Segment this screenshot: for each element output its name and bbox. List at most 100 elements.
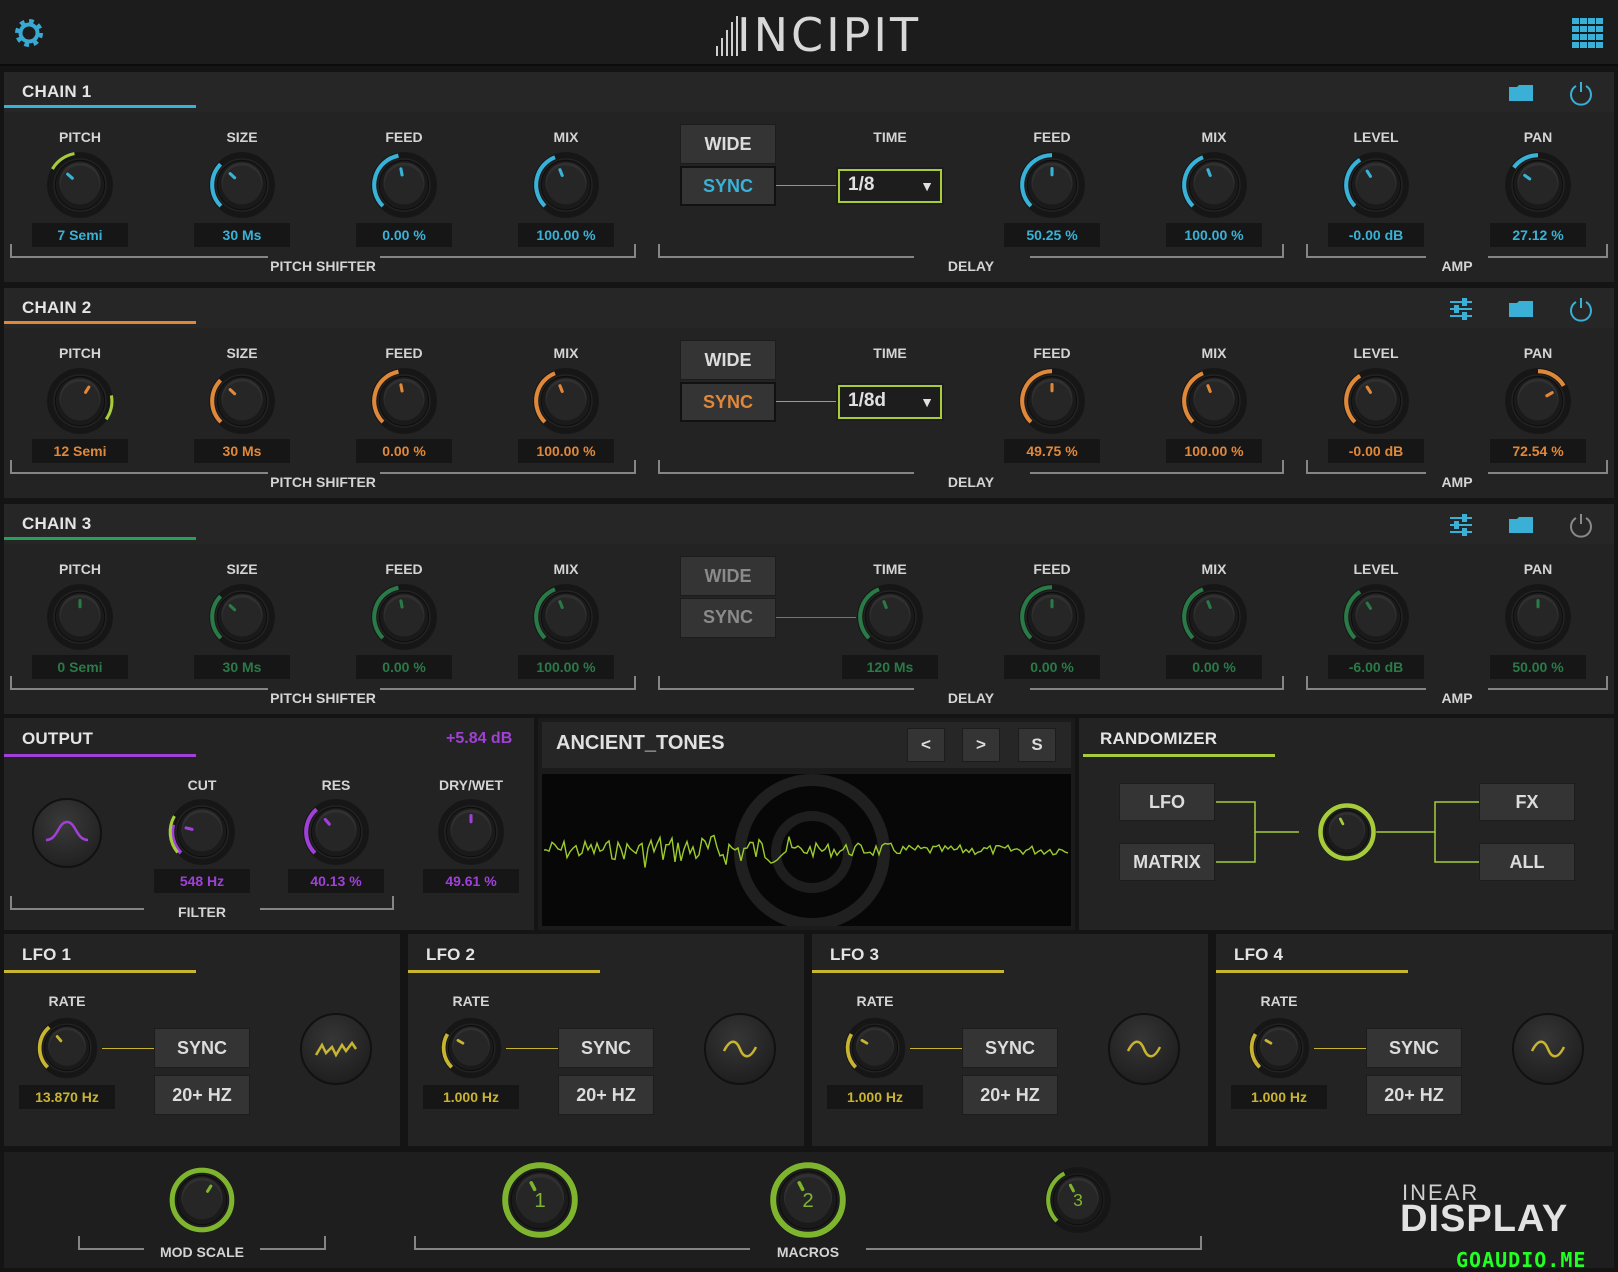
randomizer-amount-knob[interactable] (1315, 800, 1379, 864)
chain-level-knob[interactable] (1340, 149, 1412, 221)
pitch-shifter-bracket-left (10, 244, 268, 258)
chain-pitch-knob[interactable] (44, 365, 116, 437)
randomizer-fx-button[interactable]: FX (1479, 783, 1575, 821)
wide-button[interactable]: WIDE (680, 340, 776, 380)
chain-dfeed-knob[interactable] (1016, 581, 1088, 653)
lfo-title-underline (1216, 970, 1408, 973)
lfo-rate-sync-link (506, 1048, 562, 1049)
save-folder-icon[interactable] (1508, 84, 1534, 102)
gear-icon[interactable] (12, 16, 46, 50)
chain-mix-label: MIX (553, 129, 579, 145)
randomizer-lfo-button[interactable]: LFO (1119, 783, 1215, 821)
wide-button[interactable]: WIDE (680, 124, 776, 164)
lfo-rate-knob[interactable] (842, 1015, 908, 1081)
lfo-rate-value[interactable]: 1.000 Hz (827, 1085, 923, 1109)
lfo-sync-button[interactable]: SYNC (558, 1028, 654, 1068)
filter-type-button[interactable] (32, 798, 102, 868)
power-icon[interactable] (1568, 80, 1594, 106)
chain-dmix-knob[interactable] (1178, 365, 1250, 437)
mod-scale-label: MOD SCALE (160, 1244, 244, 1260)
output-gain[interactable]: +5.84 dB (446, 730, 512, 748)
chevron-down-icon: ▼ (920, 178, 934, 194)
chain-dfeed-knob[interactable] (1016, 365, 1088, 437)
chain-header (4, 288, 1614, 328)
preset-name[interactable]: ANCIENT_TONES (556, 732, 725, 755)
output-cut-value[interactable]: 548 Hz (154, 869, 250, 893)
preset-next-button[interactable]: > (962, 728, 1000, 762)
chain-size-knob[interactable] (206, 581, 278, 653)
macro-2-knob[interactable]: 2 (766, 1158, 850, 1242)
sine-wave-icon[interactable] (1108, 1013, 1180, 1085)
eq-sliders-icon[interactable] (1448, 298, 1474, 320)
time-dropdown[interactable]: 1/8 ▼ (836, 167, 944, 205)
output-drywet-knob[interactable] (435, 796, 507, 868)
output-cut-knob[interactable] (166, 796, 238, 868)
chain-mix-knob[interactable] (530, 365, 602, 437)
amp-bracket-right (1488, 460, 1608, 474)
grid-icon[interactable] (1572, 18, 1604, 50)
sine-wave-icon[interactable] (704, 1013, 776, 1085)
lfo-rate-value[interactable]: 1.000 Hz (423, 1085, 519, 1109)
lfo-range-button[interactable]: 20+ HZ (154, 1075, 250, 1115)
save-folder-icon[interactable] (1508, 516, 1534, 534)
chain-dfeed-knob[interactable] (1016, 149, 1088, 221)
lfo-sync-button[interactable]: SYNC (154, 1028, 250, 1068)
power-icon[interactable] (1568, 512, 1594, 538)
chain-dmix-knob[interactable] (1178, 149, 1250, 221)
pitch-shifter-bracket-right (380, 676, 636, 690)
macro-1-knob[interactable]: 1 (498, 1158, 582, 1242)
amp-section-label: AMP (1441, 258, 1473, 274)
randomizer-matrix-button[interactable]: MATRIX (1119, 843, 1215, 881)
chain-pan-knob[interactable] (1502, 365, 1574, 437)
chain-pitch-knob[interactable] (44, 149, 116, 221)
time-dropdown[interactable]: 1/8d ▼ (836, 383, 944, 421)
chain-level-knob[interactable] (1340, 581, 1412, 653)
sync-button[interactable]: SYNC (680, 598, 776, 638)
preset-prev-button[interactable]: < (907, 728, 945, 762)
chain-feed-knob[interactable] (368, 149, 440, 221)
lfo-sync-button[interactable]: SYNC (962, 1028, 1058, 1068)
delay-bracket-left (658, 244, 914, 258)
output-drywet-value[interactable]: 49.61 % (423, 869, 519, 893)
lfo-rate-knob[interactable] (1246, 1015, 1312, 1081)
chain-title-underline (4, 321, 196, 324)
random-wave-icon[interactable] (300, 1013, 372, 1085)
eq-sliders-icon[interactable] (1448, 514, 1474, 536)
lfo-range-button[interactable]: 20+ HZ (558, 1075, 654, 1115)
macro-3-knob[interactable]: 3 (1042, 1164, 1114, 1236)
preset-save-button[interactable]: S (1018, 728, 1056, 762)
power-icon[interactable] (1568, 296, 1594, 322)
sync-button[interactable]: SYNC (680, 166, 776, 206)
mod-scale-knob[interactable] (166, 1164, 238, 1236)
chain-mix-knob[interactable] (530, 581, 602, 653)
lfo-rate-value[interactable]: 13.870 Hz (19, 1085, 115, 1109)
chain-pitch-knob[interactable] (44, 581, 116, 653)
sync-button[interactable]: SYNC (680, 382, 776, 422)
chain-level-knob[interactable] (1340, 365, 1412, 437)
time-knob[interactable] (854, 581, 926, 653)
lfo-rate-knob[interactable] (438, 1015, 504, 1081)
lfo-rate-knob[interactable] (34, 1015, 100, 1081)
chain-size-knob[interactable] (206, 365, 278, 437)
chain-size-knob[interactable] (206, 149, 278, 221)
save-folder-icon[interactable] (1508, 300, 1534, 318)
output-res-knob[interactable] (300, 796, 372, 868)
sine-wave-icon[interactable] (1512, 1013, 1584, 1085)
chain-pan-knob[interactable] (1502, 149, 1574, 221)
randomizer-all-button[interactable]: ALL (1479, 843, 1575, 881)
wide-button[interactable]: WIDE (680, 556, 776, 596)
chain-dmix-knob[interactable] (1178, 581, 1250, 653)
lfo-title-underline (812, 970, 1004, 973)
chain-pan-knob[interactable] (1502, 581, 1574, 653)
lfo-rate-sync-link (102, 1048, 158, 1049)
chain-feed-knob[interactable] (368, 581, 440, 653)
app-logo: INCIPIT (715, 8, 918, 62)
lfo-rate-value[interactable]: 1.000 Hz (1231, 1085, 1327, 1109)
lfo-range-button[interactable]: 20+ HZ (962, 1075, 1058, 1115)
pitch-shifter-bracket-right (380, 244, 636, 258)
chain-mix-knob[interactable] (530, 149, 602, 221)
lfo-sync-button[interactable]: SYNC (1366, 1028, 1462, 1068)
chain-feed-knob[interactable] (368, 365, 440, 437)
lfo-range-button[interactable]: 20+ HZ (1366, 1075, 1462, 1115)
output-res-value[interactable]: 40.13 % (288, 869, 384, 893)
